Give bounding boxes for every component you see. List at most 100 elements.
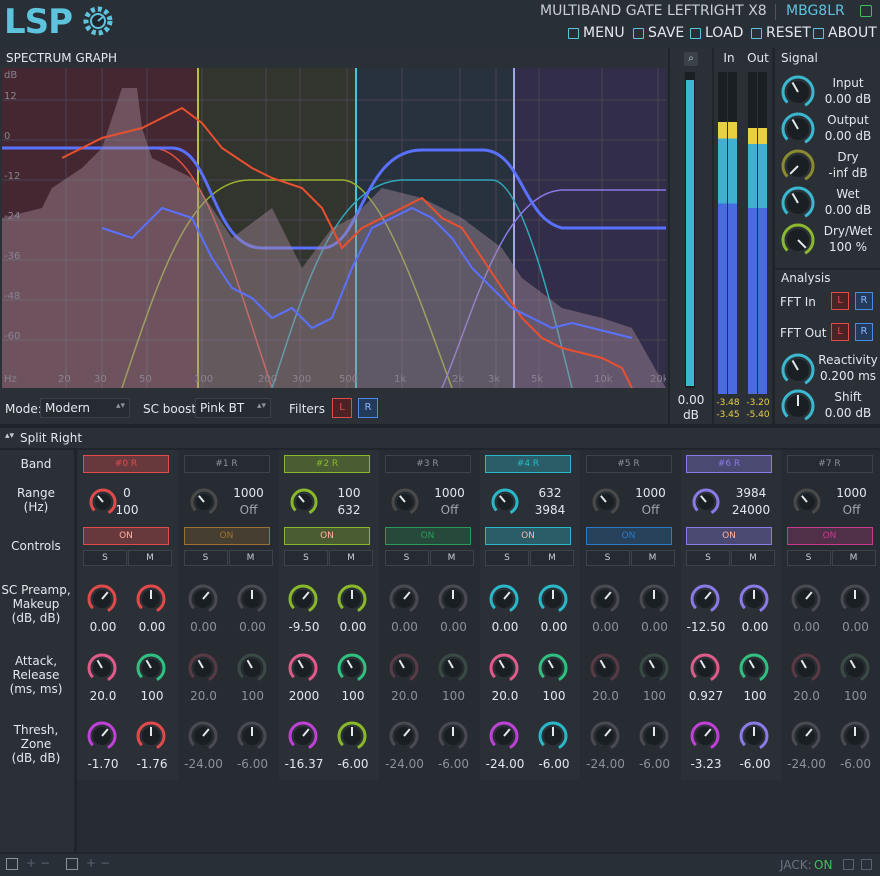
band-knob-left[interactable] [689, 652, 721, 684]
minus-icon[interactable]: − [100, 856, 110, 870]
band-knob-left[interactable] [589, 652, 621, 684]
band-knob-right[interactable] [336, 720, 368, 752]
band-knob-left[interactable] [790, 720, 822, 752]
help-icon[interactable] [843, 859, 854, 870]
band-knob-left[interactable] [790, 583, 822, 615]
band-knob-left[interactable] [589, 583, 621, 615]
band-knob-left[interactable] [388, 652, 420, 684]
plus-icon[interactable]: + [86, 856, 96, 870]
text-icon[interactable] [66, 858, 78, 870]
band-knob-right[interactable] [336, 652, 368, 684]
band-knob-right[interactable] [135, 583, 167, 615]
band-mute-button[interactable]: M [630, 550, 675, 566]
band-mute-button[interactable]: M [228, 550, 273, 566]
band-knob-left[interactable] [287, 720, 319, 752]
band-knob-right[interactable] [236, 583, 268, 615]
band-solo-button[interactable]: S [585, 550, 630, 566]
band-knob-left[interactable] [388, 720, 420, 752]
range-knob[interactable] [591, 487, 621, 517]
plus-icon[interactable]: + [26, 856, 36, 870]
band-knob-right[interactable] [537, 652, 569, 684]
band-knob-left[interactable] [287, 583, 319, 615]
band-knob-right[interactable] [839, 652, 871, 684]
reset-button[interactable]: RESET [751, 24, 811, 42]
band-select-button[interactable]: #7 R [786, 455, 873, 473]
band-mute-button[interactable]: M [731, 550, 775, 566]
save-button[interactable]: SAVE [633, 24, 684, 42]
range-knob[interactable] [691, 487, 721, 517]
chevron-updown-icon[interactable]: ▴▾ [5, 431, 14, 441]
range-knob[interactable] [289, 487, 319, 517]
reactivity-knob[interactable] [780, 352, 816, 388]
band-knob-left[interactable] [488, 652, 520, 684]
band-knob-right[interactable] [135, 720, 167, 752]
band-select-button[interactable]: #6 R [686, 455, 772, 473]
filters-r-button[interactable]: R [358, 398, 378, 418]
band-knob-left[interactable] [589, 720, 621, 752]
fft-in-l-button[interactable]: L [831, 292, 849, 310]
band-knob-right[interactable] [738, 652, 770, 684]
band-select-button[interactable]: #0 R [83, 455, 169, 473]
window-icon[interactable] [6, 858, 18, 870]
band-solo-button[interactable]: S [284, 550, 328, 566]
band-knob-right[interactable] [839, 583, 871, 615]
spectrum-graph[interactable]: dB 12 0 -12 -24 -36 -48 -60 Hz 20 30 50 100 200 300 5… [2, 68, 666, 388]
range-knob[interactable] [490, 487, 520, 517]
signal-knob-4[interactable] [780, 222, 816, 258]
band-knob-right[interactable] [437, 652, 469, 684]
band-knob-left[interactable] [86, 720, 118, 752]
band-select-button[interactable]: #5 R [585, 455, 672, 473]
band-knob-left[interactable] [187, 720, 219, 752]
band-solo-button[interactable]: S [83, 550, 127, 566]
band-solo-button[interactable]: S [485, 550, 529, 566]
band-on-button[interactable]: ON [183, 527, 270, 545]
band-knob-right[interactable] [738, 720, 770, 752]
about-button[interactable]: ABOUT [813, 24, 877, 42]
band-knob-right[interactable] [336, 583, 368, 615]
band-knob-right[interactable] [537, 583, 569, 615]
band-on-button[interactable]: ON [686, 527, 772, 545]
band-knob-right[interactable] [839, 720, 871, 752]
band-mute-button[interactable]: M [429, 550, 474, 566]
band-select-button[interactable]: #4 R [485, 455, 571, 473]
band-select-button[interactable]: #3 R [384, 455, 471, 473]
sc-boost-select[interactable]: Pink BT ▴▾ [195, 398, 271, 418]
band-on-button[interactable]: ON [384, 527, 471, 545]
band-knob-right[interactable] [236, 652, 268, 684]
band-knob-left[interactable] [388, 583, 420, 615]
filters-l-button[interactable]: L [332, 398, 352, 418]
band-knob-left[interactable] [790, 652, 822, 684]
fft-out-l-button[interactable]: L [831, 323, 849, 341]
fft-out-r-button[interactable]: R [855, 323, 873, 341]
band-solo-button[interactable]: S [686, 550, 730, 566]
band-knob-right[interactable] [437, 720, 469, 752]
load-button[interactable]: LOAD [690, 24, 743, 42]
band-knob-left[interactable] [86, 652, 118, 684]
band-knob-left[interactable] [488, 720, 520, 752]
band-knob-right[interactable] [638, 583, 670, 615]
band-on-button[interactable]: ON [585, 527, 672, 545]
signal-knob-2[interactable] [780, 148, 816, 184]
band-knob-right[interactable] [236, 720, 268, 752]
band-knob-right[interactable] [537, 720, 569, 752]
band-knob-right[interactable] [638, 652, 670, 684]
band-knob-right[interactable] [638, 720, 670, 752]
band-solo-button[interactable]: S [786, 550, 831, 566]
signal-knob-3[interactable] [780, 185, 816, 221]
band-knob-right[interactable] [135, 652, 167, 684]
band-mute-button[interactable]: M [831, 550, 876, 566]
band-knob-left[interactable] [187, 583, 219, 615]
band-mute-button[interactable]: M [329, 550, 373, 566]
fft-in-r-button[interactable]: R [855, 292, 873, 310]
band-on-button[interactable]: ON [786, 527, 873, 545]
range-knob[interactable] [189, 487, 219, 517]
band-on-button[interactable]: ON [485, 527, 571, 545]
band-knob-left[interactable] [689, 583, 721, 615]
range-knob[interactable] [792, 487, 822, 517]
minus-icon[interactable]: − [40, 856, 50, 870]
band-on-button[interactable]: ON [83, 527, 169, 545]
shift-knob[interactable] [780, 388, 816, 424]
power-icon[interactable] [860, 5, 872, 17]
band-knob-right[interactable] [437, 583, 469, 615]
band-solo-button[interactable]: S [384, 550, 429, 566]
